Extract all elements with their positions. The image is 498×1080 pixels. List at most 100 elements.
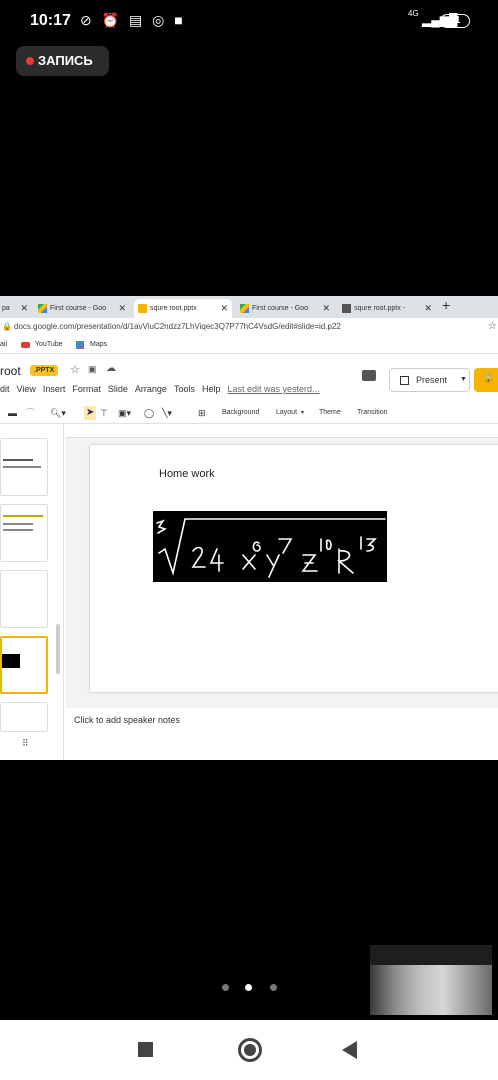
status-bar: 10:17 ⊘ ⏰ ▤ ◎ ■ 4G ▂▄▆█ 41	[0, 0, 498, 44]
close-tab-icon[interactable]: ✕	[424, 299, 432, 318]
bookmark-maps[interactable]: Maps	[90, 336, 107, 354]
mute-icon: ⊘	[80, 12, 95, 28]
slide-thumbnail[interactable]	[0, 570, 48, 628]
page-dot[interactable]	[270, 984, 277, 991]
camera-feed-top	[370, 945, 492, 965]
lock-icon: 🔒	[2, 322, 12, 331]
cloud-status-icon: ☁	[106, 363, 116, 374]
menu-tools[interactable]: Tools	[174, 384, 195, 394]
slide-thumbnail[interactable]	[0, 438, 48, 496]
print-icon[interactable]: ▬	[8, 402, 17, 424]
back-button[interactable]	[342, 1041, 357, 1059]
maps-icon	[76, 341, 84, 349]
record-dot-icon	[26, 57, 34, 65]
close-tab-icon[interactable]: ✕	[322, 299, 330, 318]
home-button[interactable]	[238, 1038, 262, 1062]
alarm-icon: ⏰	[101, 12, 123, 28]
menu-edit[interactable]: dit	[0, 384, 10, 394]
file-type-badge: .PPTX	[30, 365, 59, 376]
image-icon[interactable]: ▣▾	[118, 402, 131, 424]
thumb-line	[3, 523, 33, 525]
recording-indicator[interactable]: ЗАПИСЬ	[16, 46, 109, 76]
url-text: docs.google.com/presentation/d/1avViuC2n…	[14, 322, 341, 331]
thumb-image	[2, 654, 20, 668]
browser-tab[interactable]: First course - Goo ✕	[34, 299, 130, 318]
shape-icon[interactable]: ◯	[144, 402, 154, 424]
address-bar[interactable]: 🔒 docs.google.com/presentation/d/1avViuC…	[0, 318, 498, 336]
slide-canvas[interactable]: Home work	[90, 445, 498, 692]
thumb-line	[3, 459, 33, 461]
slide-thumbnail[interactable]	[0, 702, 48, 732]
slide-thumbnail-selected[interactable]	[0, 636, 48, 694]
present-icon	[400, 376, 409, 385]
paint-format-icon[interactable]: ⌒	[26, 402, 35, 424]
text-box-icon[interactable]: ⊤	[100, 402, 108, 424]
browser-tab[interactable]: First course - Goo ✕	[236, 299, 334, 318]
layout-dropdown-icon[interactable]: ▾	[301, 402, 304, 424]
close-tab-icon[interactable]: ✕	[118, 299, 126, 318]
filmstrip-scrollbar[interactable]	[56, 624, 60, 674]
menu-arrange[interactable]: Arrange	[135, 384, 167, 394]
menu-help[interactable]: Help	[202, 384, 221, 394]
comments-icon[interactable]	[362, 370, 376, 381]
transition-button[interactable]: Transition	[357, 402, 387, 424]
youtube-icon	[21, 342, 30, 348]
share-button[interactable]: 🔒	[474, 368, 498, 392]
menu-view[interactable]: View	[17, 384, 36, 394]
line-icon[interactable]: ╲▾	[162, 402, 172, 424]
slides-icon	[138, 304, 147, 313]
browser-tab-bar: pa ✕ First course - Goo ✕ squre root.pptx ✕…	[0, 296, 498, 318]
star-icon[interactable]: ☆	[70, 363, 80, 376]
add-comment-icon[interactable]: ⊞	[198, 402, 206, 424]
grid-view-icon[interactable]: ⠿	[22, 738, 29, 749]
whatsapp-icon: ◎	[152, 12, 168, 28]
dropdown-arrow-icon[interactable]: ▼	[460, 369, 467, 391]
background-button[interactable]: Background	[222, 402, 259, 424]
close-tab-icon[interactable]: ✕	[20, 299, 28, 318]
status-time: 10:17	[30, 12, 71, 29]
recents-button[interactable]	[138, 1042, 153, 1057]
menu-format[interactable]: Format	[72, 384, 101, 394]
move-folder-icon[interactable]: ▣	[88, 364, 97, 375]
lock-icon: 🔒	[482, 373, 495, 384]
thumb-line	[3, 529, 33, 531]
theme-button[interactable]: Theme	[319, 402, 341, 424]
browser-tab[interactable]: pa ✕	[0, 299, 32, 318]
slide-title-text[interactable]: Home work	[159, 468, 215, 480]
browser-tab-active[interactable]: squre root.pptx ✕	[134, 299, 232, 318]
slide-filmstrip: ⠿	[0, 424, 64, 760]
select-cursor-icon[interactable]: ➤	[86, 402, 94, 424]
camera-preview[interactable]	[370, 945, 492, 1015]
present-button[interactable]: Present ▼	[389, 368, 470, 392]
home-button-inner	[244, 1044, 256, 1056]
zoom-icon[interactable]: 🔍︎▾	[50, 402, 66, 424]
bookmark-gmail[interactable]: ail	[0, 336, 7, 354]
equation-drawing	[156, 518, 386, 578]
menu-slide[interactable]: Slide	[108, 384, 128, 394]
layout-button[interactable]: Layout	[276, 402, 297, 424]
new-tab-button[interactable]: +	[442, 297, 450, 313]
bookmark-youtube[interactable]: YouTube	[35, 336, 63, 354]
editor-toolbar: ▬ ⌒ 🔍︎▾ ➤ ⊤ ▣▾ ◯ ╲▾ ⊞ Background Layout …	[0, 402, 498, 424]
drive-icon	[38, 304, 47, 313]
last-edit-link[interactable]: Last edit was yesterd...	[227, 384, 319, 394]
slides-header: root .PPTX ☆ ▣ ☁ dit View Insert Format Slid…	[0, 354, 498, 402]
thumb-line	[3, 515, 43, 517]
speaker-notes[interactable]: Click to add speaker notes	[66, 708, 498, 760]
recording-label: ЗАПИСЬ	[38, 53, 93, 68]
close-tab-icon[interactable]: ✕	[220, 299, 228, 318]
page-dot-active[interactable]	[245, 984, 252, 991]
folder-icon	[342, 304, 351, 313]
message-icon: ▤	[128, 12, 146, 28]
browser-tab[interactable]: squre root.pptx - ✕	[338, 299, 436, 318]
handwritten-equation-image[interactable]	[153, 511, 387, 582]
shared-screen: pa ✕ First course - Goo ✕ squre root.pptx ✕…	[0, 296, 498, 760]
notification-icons: ⊘ ⏰ ▤ ◎ ■	[80, 12, 186, 29]
menu-insert[interactable]: Insert	[43, 384, 66, 394]
slide-thumbnail[interactable]	[0, 504, 48, 562]
bookmark-star-icon[interactable]: ☆	[488, 318, 497, 336]
document-title[interactable]: root	[0, 364, 21, 378]
speaker-notes-placeholder: Click to add speaker notes	[74, 715, 181, 725]
page-dot[interactable]	[222, 984, 229, 991]
drive-icon	[240, 304, 249, 313]
